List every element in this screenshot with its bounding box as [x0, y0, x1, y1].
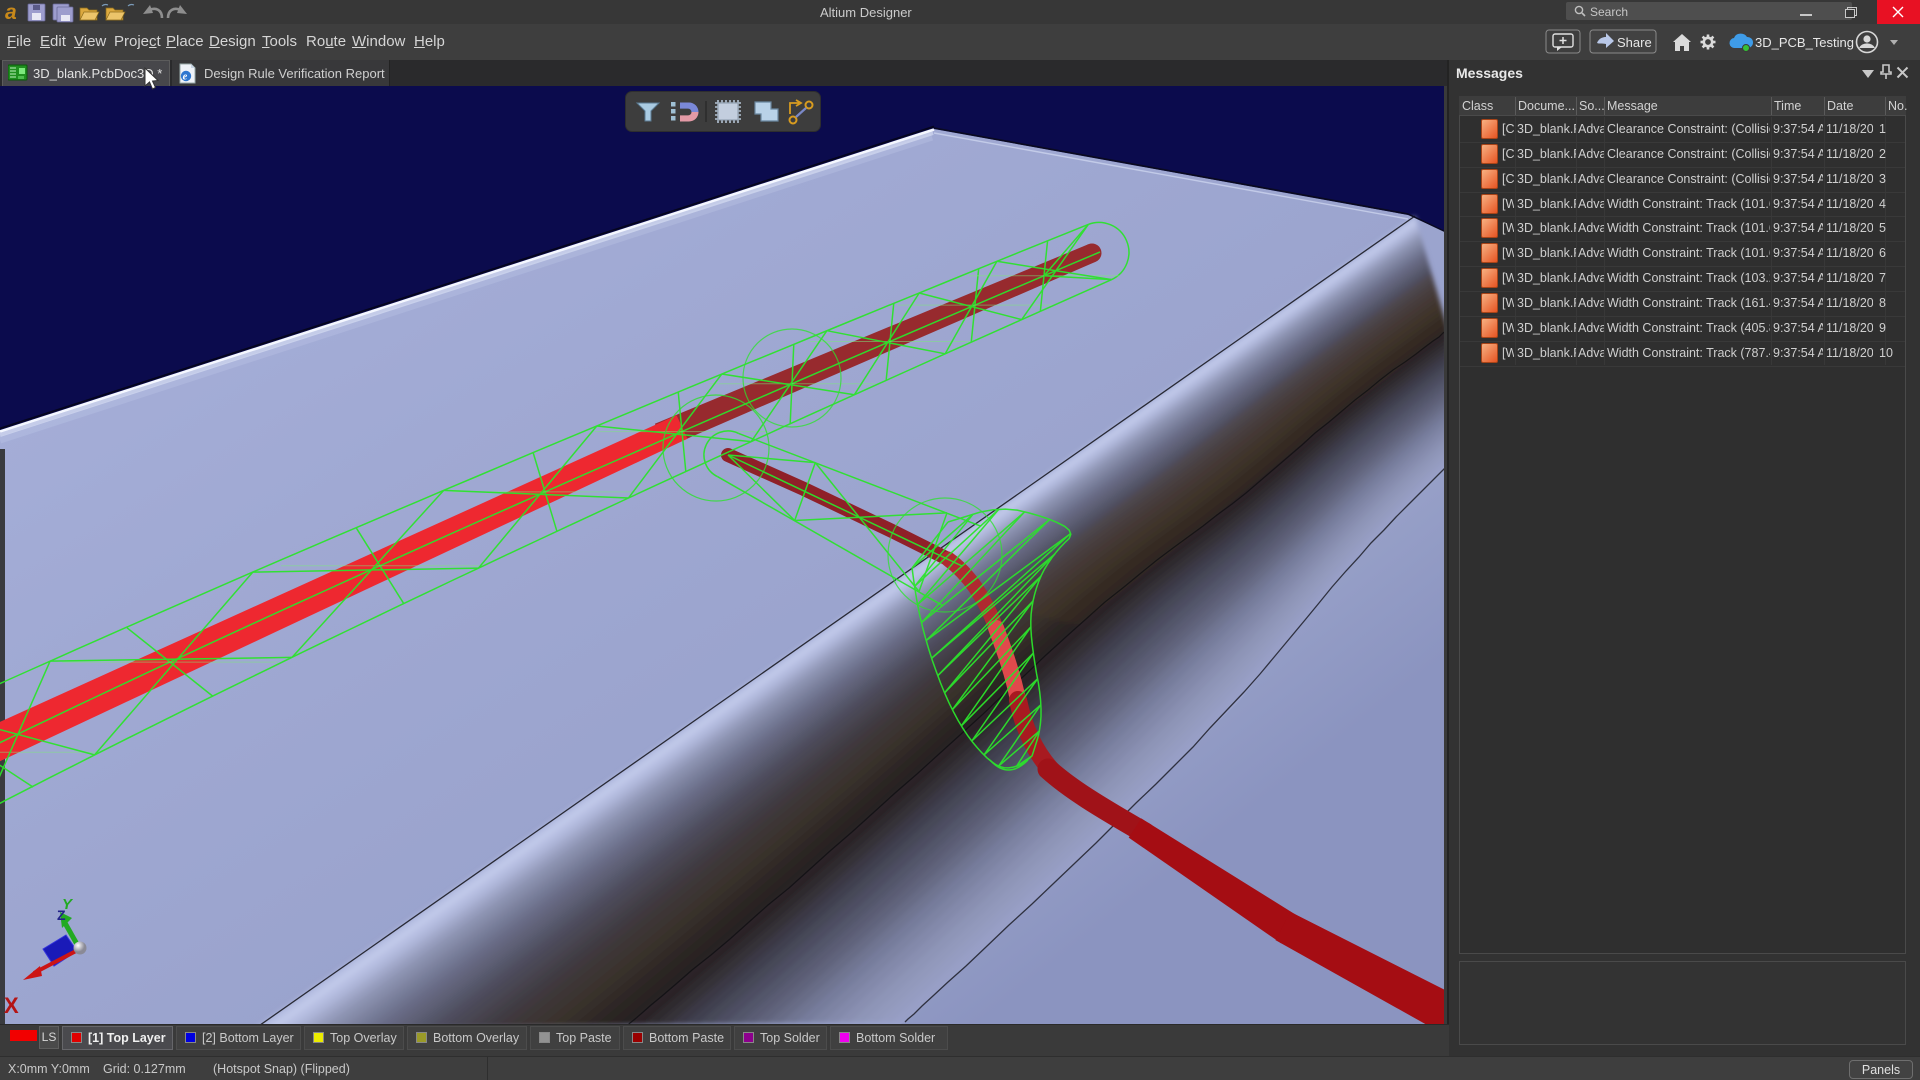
svg-text:X: X: [4, 993, 19, 1018]
svg-text:Share: Share: [1617, 35, 1652, 50]
svg-text:a: a: [5, 2, 17, 23]
svg-text:3D_PCB_Testing: 3D_PCB_Testing: [1755, 35, 1854, 50]
svg-text:e: e: [183, 72, 188, 83]
svg-text:Z: Z: [57, 907, 66, 923]
